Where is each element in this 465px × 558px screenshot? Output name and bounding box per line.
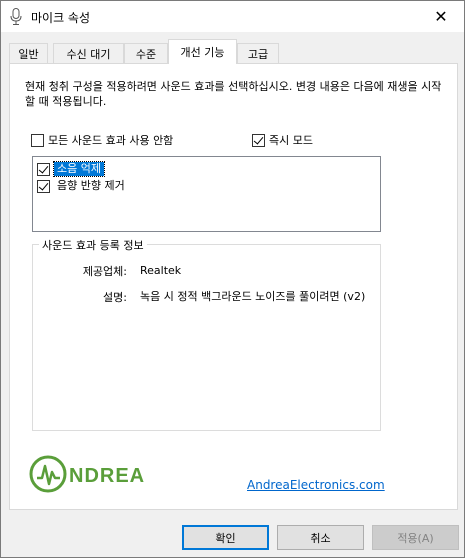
list-item-label: 음향 반향 제거 (57, 179, 125, 192)
close-icon: ✕ (434, 7, 448, 26)
microphone-icon (10, 8, 22, 25)
description-label: 설명: (103, 291, 127, 304)
ok-button[interactable]: 확인 (182, 525, 269, 550)
apply-button[interactable]: 적용(A) (372, 525, 459, 550)
andrea-logo-mark: NDREA (29, 455, 145, 493)
checkbox-box[interactable] (252, 133, 265, 147)
tab-advanced[interactable]: 고급 (237, 43, 279, 63)
title-bar[interactable]: 마이크 속성 ✕ (1, 1, 464, 32)
andrea-website-link[interactable]: AndreaElectronics.com (247, 478, 385, 492)
close-button[interactable]: ✕ (418, 1, 464, 32)
microphone-properties-window: 마이크 속성 ✕ 일반 수신 대기 수준 개선 기능 고급 현재 청취 구성을 … (0, 0, 465, 558)
tab-general[interactable]: 일반 (9, 43, 48, 63)
andrea-logo: NDREA (29, 454, 175, 494)
tab-strip: 일반 수신 대기 수준 개선 기능 고급 (1, 39, 464, 64)
disable-all-effects-checkbox[interactable]: 모든 사운드 효과 사용 안함 (31, 132, 173, 148)
svg-text:NDREA: NDREA (69, 465, 145, 487)
effect-echo-cancellation[interactable]: 음향 반향 제거 (37, 178, 128, 194)
window-title: 마이크 속성 (31, 11, 91, 25)
tab-listen[interactable]: 수신 대기 (53, 43, 124, 63)
group-title: 사운드 효과 등록 정보 (39, 237, 147, 253)
effect-noise-suppression[interactable]: 소음 억제 (37, 161, 105, 177)
checkbox-box[interactable] (37, 179, 50, 193)
enhancements-description: 현재 청취 구성을 적용하려면 사운드 효과를 선택하십시오. 변경 내용은 다… (25, 80, 442, 108)
cancel-button[interactable]: 취소 (277, 525, 364, 550)
description-value: 녹음 시 정적 백그라운드 노이즈를 풀이려면 (v2) (140, 290, 366, 303)
list-item-label: 소음 억제 (53, 161, 105, 177)
immediate-mode-checkbox[interactable]: 즉시 모드 (252, 132, 313, 148)
provider-value: Realtek (140, 264, 182, 277)
checkbox-box[interactable] (31, 133, 44, 147)
tab-enhancements[interactable]: 개선 기능 (168, 39, 237, 64)
tab-levels[interactable]: 수준 (124, 43, 168, 63)
provider-label: 제공업체: (82, 265, 127, 278)
effects-list[interactable]: 소음 억제 음향 반향 제거 (32, 156, 381, 232)
checkbox-box[interactable] (37, 162, 50, 176)
